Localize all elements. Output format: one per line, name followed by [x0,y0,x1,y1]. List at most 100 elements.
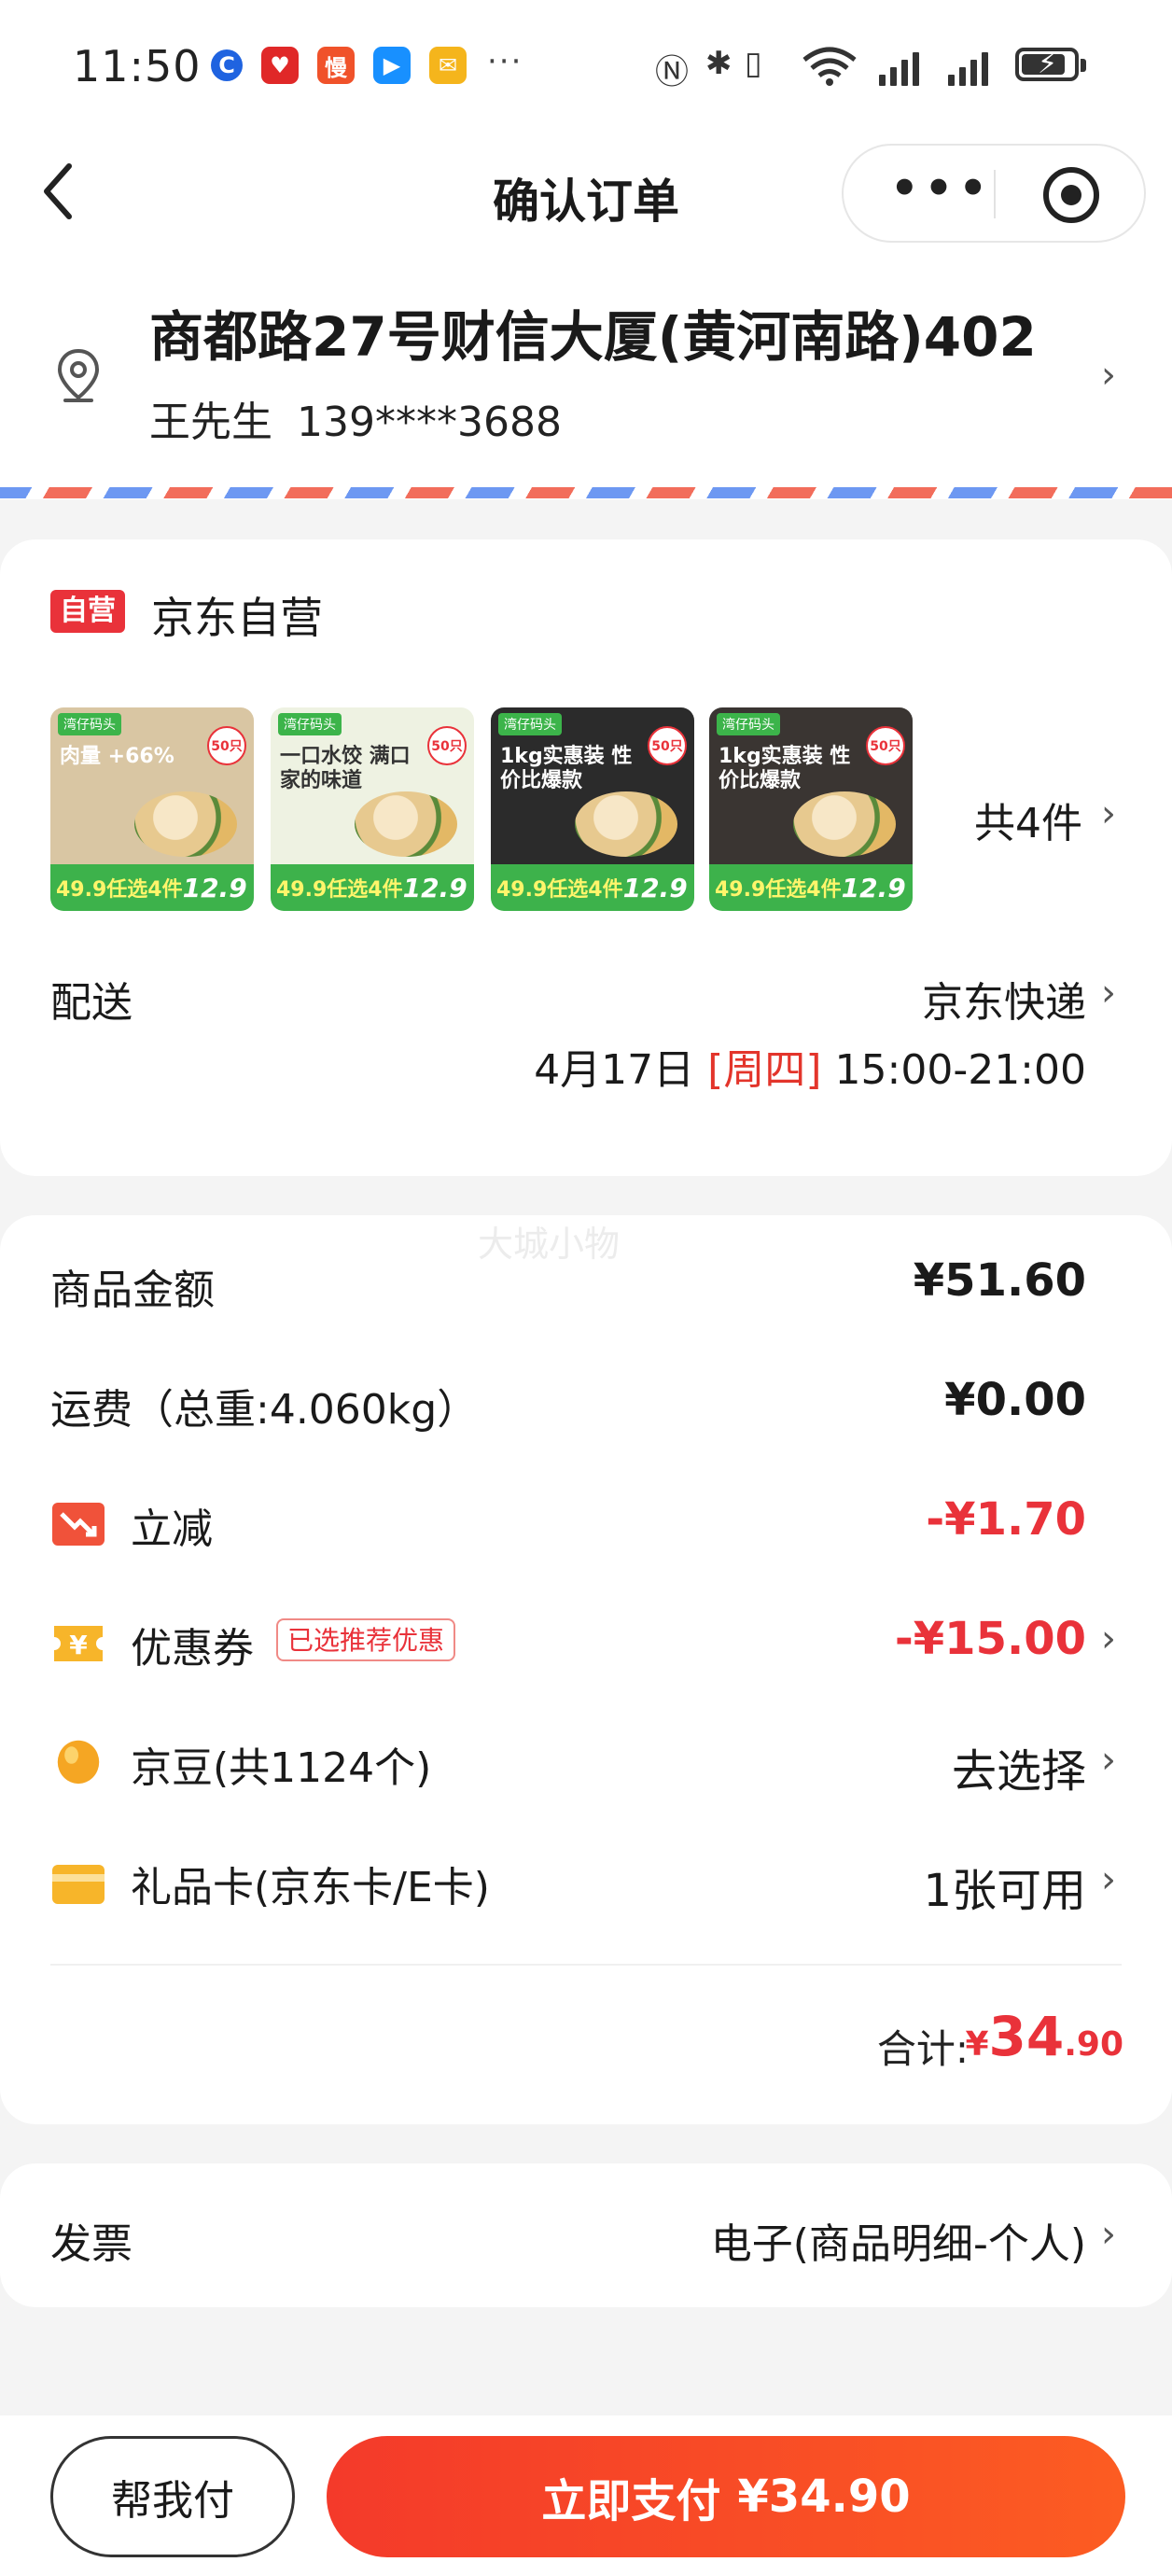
pay-now-button[interactable]: 立即支付 ¥34.90 [327,2436,1125,2557]
freight-label: 运费（总重:4.060kg） [50,1386,479,1434]
dumpling-image [355,791,457,857]
goods-amount-value: ¥51.60 [913,1254,1086,1307]
product-price: 12.9 [622,872,688,903]
capsule-divider [994,170,996,218]
chevron-right-icon: › [1101,2213,1116,2256]
total-integer: 34 [988,2005,1065,2068]
battery-charging-icon: ⚡ [1015,48,1086,81]
total-amount: ¥34.90 [965,2005,1123,2068]
header-area: 11:50 C ♥ 慢 ▶ ✉ ··· Ⓝ ✱ ▯ ⚡ 确认订单 ••• 商都路… [0,0,1172,499]
product-image: 湾仔码头肉量 +66% 50只 [50,707,254,864]
chevron-right-icon: › [1101,1858,1116,1901]
price-details-card: 大城小物 商品金额 ¥51.60 运费（总重:4.060kg） ¥0.00 立减… [0,1215,1172,2124]
vibrate-icon: ▯ [745,45,762,82]
mail-notification-icon: ✉ [429,47,467,84]
bottom-action-bar: 帮我付 立即支付 ¥34.90 [0,2415,1172,2576]
product-thumbnail[interactable]: 湾仔码头肉量 +66% 50只 49.9任选4件 12.9 [50,707,254,911]
product-promo: 49.9任选4件 [715,878,842,902]
svg-text:¥: ¥ [69,1630,88,1660]
product-promo: 49.9任选4件 [56,878,183,902]
delivery-time[interactable]: 4月17日 [周四] 15:00-21:00 [534,1036,1086,1096]
order-items-card: 自营 京东自营 湾仔码头 肉量 +66% 50只 49.9任选4件 12.9 湾仔码头 一口… [0,539,1172,1176]
product-headline: 1kg实惠装 性价比爆款 [500,745,633,792]
delivery-date: 4月17日 [534,1046,695,1094]
coupon-label: 优惠券 [131,1625,254,1673]
total-currency: ¥ [965,2025,989,2064]
product-promo-bar: 49.9任选4件 12.9 [50,864,254,911]
close-miniapp-button[interactable] [1043,167,1099,223]
signal-icon [948,49,988,86]
product-seal: 50只 [866,726,905,765]
product-headline: 肉量 +66% [60,745,174,768]
status-time: 11:50 [73,41,202,91]
product-thumbnail[interactable]: 湾仔码头 一口水饺 满口家的味道 50只 49.9任选4件 12.9 [271,707,474,911]
item-count[interactable]: 共4件 [974,790,1082,849]
product-thumbnail[interactable]: 湾仔码头 1kg实惠装 性价比爆款 50只 49.9任选4件 12.9 [491,707,694,911]
invoice-card[interactable]: 发票 电子(商品明细-个人) › [0,2163,1172,2307]
more-notifications-icon: ··· [487,43,523,80]
address-line: 商都路27号财信大厦(黄河南路)402 [149,305,1037,369]
product-promo: 49.9任选4件 [496,878,623,902]
gift-card-label: 礼品卡(京东卡/E卡) [131,1864,490,1911]
recommended-coupon-badge: 已选推荐优惠 [276,1618,456,1661]
wifi-icon [802,47,857,86]
chevron-right-icon: › [1101,354,1116,397]
delivery-label: 配送 [50,979,133,1027]
freight-value: ¥0.00 [944,1374,1086,1426]
product-promo-bar: 49.9任选4件 12.9 [491,864,694,911]
self-operated-badge: 自营 [50,590,125,633]
help-me-pay-button[interactable]: 帮我付 [50,2436,295,2557]
delivery-weekday: [周四] [707,1046,822,1094]
product-headline: 1kg实惠装 性价比爆款 [719,745,851,792]
instant-discount-label: 立减 [131,1505,213,1553]
chevron-right-icon: › [1101,1739,1116,1782]
app-notification-icon: 慢 [317,47,355,84]
dumpling-image [575,791,677,857]
more-button[interactable]: ••• [890,162,993,215]
app-notification-icon: ♥ [261,47,299,84]
divider [50,1964,1122,1966]
bluetooth-icon: ✱ [705,45,732,82]
total-decimal: .90 [1064,2025,1123,2064]
dumpling-image [793,791,896,857]
instant-discount-value: -¥1.70 [926,1493,1086,1546]
product-image: 湾仔码头 1kg实惠装 性价比爆款 50只 [491,707,694,864]
dumpling-image [134,791,237,857]
envelope-border [0,487,1172,498]
signal-icon [879,49,919,86]
delivery-method[interactable]: 京东快递 [922,969,1086,1029]
coupon-icon: ¥ [54,1626,103,1661]
product-headline: 一口水饺 满口家的味道 [280,745,411,792]
app-notification-icon: C [211,49,243,81]
product-thumbnail[interactable]: 湾仔码头 1kg实惠装 性价比爆款 50只 49.9任选4件 12.9 [709,707,913,911]
product-promo-bar: 49.9任选4件 12.9 [271,864,474,911]
miniapp-capsule: ••• [842,144,1146,243]
gift-card-value[interactable]: 1张可用 [923,1854,1086,1919]
product-image: 湾仔码头 一口水饺 满口家的味道 50只 [271,707,474,864]
invoice-value: 电子(商品明细-个人) [710,2220,1086,2268]
product-seal: 50只 [207,726,246,765]
location-pin-icon [57,348,100,402]
chevron-right-icon: › [1101,1617,1116,1660]
watermark: 大城小物 [478,1224,621,1265]
delivery-time-range: 15:00-21:00 [834,1046,1086,1094]
product-promo-bar: 49.9任选4件 12.9 [709,864,913,911]
product-price: 12.9 [182,872,247,903]
product-brand: 湾仔码头 [278,713,342,735]
gift-card-icon [52,1865,105,1904]
recipient-info: 王先生 139****3688 [149,388,562,448]
coupon-value[interactable]: -¥15.00 [895,1613,1086,1665]
chevron-right-icon: › [1101,972,1116,1015]
product-image: 湾仔码头 1kg实惠装 性价比爆款 50只 [709,707,913,864]
discount-icon [52,1503,105,1546]
app-notification-icon: ▶ [373,47,411,84]
goods-amount-label: 商品金额 [50,1267,215,1314]
product-promo: 49.9任选4件 [276,878,403,902]
total-label: 合计: [876,2026,969,2072]
nfc-icon: Ⓝ [655,53,690,91]
chevron-right-icon: › [1101,792,1116,835]
product-seal: 50只 [648,726,687,765]
jd-beans-value[interactable]: 去选择 [952,1734,1086,1799]
jd-beans-label: 京豆(共1124个) [131,1744,432,1792]
product-brand: 湾仔码头 [58,713,121,735]
